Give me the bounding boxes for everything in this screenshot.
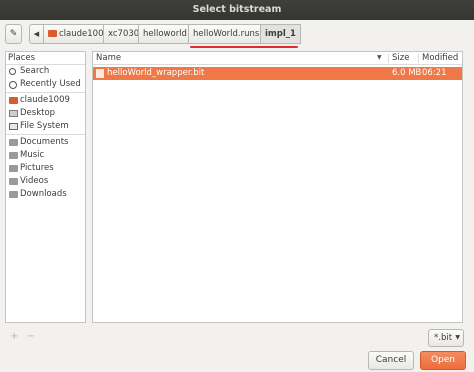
search-icon	[9, 68, 16, 75]
open-button[interactable]: Open	[420, 351, 466, 370]
crumb-impl-1[interactable]: impl_1	[260, 24, 301, 44]
folder-icon	[9, 191, 18, 198]
file-list: Name ▼ Size Modified helloWorld_wrapper.…	[92, 51, 463, 323]
folder-icon	[9, 178, 18, 185]
crumb-helloworld-runs[interactable]: helloWorld.runs	[188, 24, 265, 44]
column-name[interactable]: Name	[96, 52, 121, 64]
cancel-button[interactable]: Cancel	[368, 351, 414, 370]
home-folder-icon	[9, 97, 18, 104]
sidebar-item-recently-used[interactable]: Recently Used	[6, 78, 85, 91]
sidebar-item-search[interactable]: Search	[6, 65, 85, 78]
sidebar-item-videos[interactable]: Videos	[6, 175, 85, 188]
chevron-left-icon: ◀	[33, 30, 40, 38]
sidebar-divider	[6, 92, 85, 93]
drive-icon	[9, 123, 18, 130]
places-sidebar: Places Search Recently Used claude1009 D…	[5, 51, 86, 323]
file-modified: 06:21	[422, 68, 447, 78]
remove-bookmark-button[interactable]: −	[26, 331, 42, 342]
file-row[interactable]: helloWorld_wrapper.bit 6.0 MB 06:21	[93, 67, 462, 80]
file-name: helloWorld_wrapper.bit	[107, 68, 205, 78]
add-bookmark-button[interactable]: +	[10, 331, 26, 342]
sort-down-icon: ▼	[377, 54, 382, 61]
sidebar-edit-buttons: +−	[10, 331, 43, 342]
crumb-helloworld[interactable]: helloworld	[138, 24, 192, 44]
edit-location-button[interactable]: ✎	[5, 24, 22, 44]
sidebar-header: Places	[6, 52, 85, 65]
column-modified[interactable]: Modified	[422, 52, 458, 64]
chevron-down-icon: ▼	[455, 334, 460, 341]
window-title: Select bitstream	[0, 0, 474, 20]
sidebar-item-desktop[interactable]: Desktop	[6, 107, 85, 120]
home-folder-icon	[48, 30, 57, 37]
file-size: 6.0 MB	[392, 68, 422, 78]
clock-icon	[9, 80, 17, 89]
file-list-header: Name ▼ Size Modified	[93, 52, 462, 65]
desktop-icon	[9, 110, 18, 117]
folder-icon	[9, 152, 18, 159]
sidebar-item-file-system[interactable]: File System	[6, 120, 85, 133]
folder-icon	[9, 139, 18, 146]
sidebar-item-documents[interactable]: Documents	[6, 136, 85, 149]
file-icon	[96, 69, 104, 78]
sidebar-item-downloads[interactable]: Downloads	[6, 188, 85, 201]
path-back-button[interactable]: ◀	[29, 24, 43, 44]
column-divider	[388, 54, 389, 63]
file-filter-select[interactable]: *.bit ▼	[428, 329, 464, 347]
sidebar-item-pictures[interactable]: Pictures	[6, 162, 85, 175]
sidebar-item-home[interactable]: claude1009	[6, 94, 85, 107]
sidebar-divider	[6, 134, 85, 135]
column-size[interactable]: Size	[392, 52, 409, 64]
annotation-underline	[190, 46, 298, 48]
sidebar-item-music[interactable]: Music	[6, 149, 85, 162]
pencil-icon: ✎	[9, 29, 18, 39]
folder-icon	[9, 165, 18, 172]
column-divider	[418, 54, 419, 63]
